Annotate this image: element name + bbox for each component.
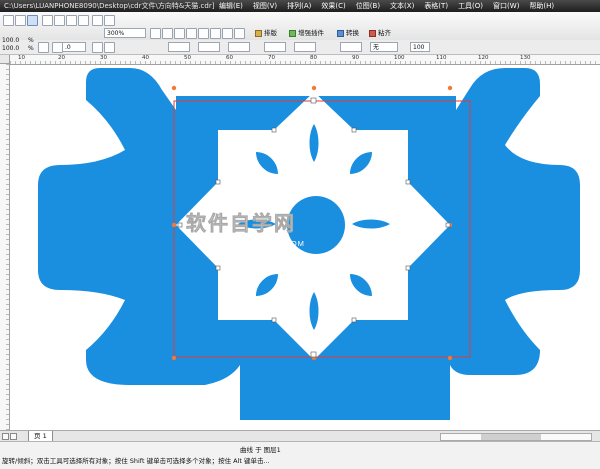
ruler-tick: 110: [436, 55, 447, 61]
window-title-path: C:\Users\LUANPHONE8090\Desktop\cdr文件\方向特…: [4, 2, 215, 10]
menu-table[interactable]: 表格(T): [419, 0, 453, 12]
ruler-tick: 30: [100, 55, 107, 61]
lock-ratio-icon[interactable]: [38, 42, 49, 53]
artwork[interactable]: 软件自学网 WWW.RJZXW.COM: [10, 65, 600, 430]
drawing-canvas[interactable]: 软件自学网 WWW.RJZXW.COM: [10, 65, 600, 430]
ruler-tick: 70: [268, 55, 275, 61]
outline-picker[interactable]: [198, 42, 220, 52]
watermark-title: 软件自学网: [186, 211, 296, 235]
print-icon[interactable]: [42, 15, 53, 26]
redo-icon[interactable]: [104, 15, 115, 26]
menu-arrange[interactable]: 排列(A): [282, 0, 316, 12]
mirror-vertical-icon[interactable]: [104, 42, 115, 53]
zoom-selection-icon[interactable]: [198, 28, 209, 39]
menu-tools[interactable]: 工具(O): [453, 0, 488, 12]
zoom-out-icon[interactable]: [162, 28, 173, 39]
zoom-in-icon[interactable]: [150, 28, 161, 39]
menu-help[interactable]: 帮助(H): [524, 0, 559, 12]
property-bar: 100.0 100.0 % % .0 无 100: [0, 37, 600, 55]
merge-mode-picker[interactable]: [340, 42, 362, 52]
paste-align-button[interactable]: 粘齐: [366, 27, 395, 40]
new-file-icon[interactable]: [3, 15, 14, 26]
ruler-tick: 20: [58, 55, 65, 61]
menu-view[interactable]: 视图(V): [248, 0, 282, 12]
title-bar: C:\Users\LUANPHONE8090\Desktop\cdr文件\方向特…: [0, 0, 600, 12]
paste-icon[interactable]: [78, 15, 89, 26]
status-bar: 曲线 于 图层1 旋转/倾斜；双击工具可选择所有对象；按住 Shift 键单击可…: [0, 441, 600, 469]
copy-icon[interactable]: [66, 15, 77, 26]
scrollbar-thumb[interactable]: [481, 434, 541, 440]
horizontal-ruler[interactable]: 10 20 30 40 50 60 70 80 90 100 110 120 1…: [10, 55, 600, 65]
zoom-height-icon[interactable]: [234, 28, 245, 39]
zoom-fit-icon[interactable]: [174, 28, 185, 39]
enhance-plugin-button[interactable]: 增强插件: [286, 27, 328, 40]
undo-icon[interactable]: [92, 15, 103, 26]
watermark-url: WWW.RJZXW.COM: [224, 239, 305, 248]
ruler-tick: 80: [310, 55, 317, 61]
menu-bitmap[interactable]: 位图(B): [351, 0, 385, 12]
menu-window[interactable]: 窗口(W): [488, 0, 524, 12]
transparency-type-picker[interactable]: [264, 42, 286, 52]
status-object-info: 曲线 于 图层1: [240, 446, 281, 454]
outline-none-select[interactable]: 无: [370, 42, 398, 52]
ruler-tick: 100: [394, 55, 405, 61]
ruler-tick: 60: [226, 55, 233, 61]
ruler-tick: 50: [184, 55, 191, 61]
ruler-tick: 120: [478, 55, 489, 61]
scale-y-unit: %: [28, 45, 34, 52]
page-navigator: 页 1: [0, 430, 600, 442]
menu-bar: 编辑(E) 视图(V) 排列(A) 效果(C) 位图(B) 文本(X) 表格(T…: [214, 0, 559, 12]
menu-text[interactable]: 文本(X): [385, 0, 419, 12]
cut-icon[interactable]: [54, 15, 65, 26]
rotation-angle-field[interactable]: .0: [62, 42, 86, 52]
fill-picker[interactable]: [168, 42, 190, 52]
opacity-field[interactable]: 100: [410, 42, 430, 52]
transparency-mode-picker[interactable]: [294, 42, 316, 52]
open-file-icon[interactable]: [15, 15, 26, 26]
ruler-tick: 40: [142, 55, 149, 61]
pattern-picker[interactable]: [228, 42, 250, 52]
ruler-origin[interactable]: [0, 55, 10, 64]
layout-plugin-button[interactable]: 排版: [252, 27, 281, 40]
save-icon[interactable]: [27, 15, 38, 26]
mirror-horizontal-icon[interactable]: [92, 42, 103, 53]
scale-y-value[interactable]: 100.0: [2, 44, 19, 54]
ruler-tick: 10: [18, 55, 25, 61]
zoom-width-icon[interactable]: [222, 28, 233, 39]
menu-edit[interactable]: 编辑(E): [214, 0, 248, 12]
ruler-tick: 130: [520, 55, 531, 61]
standard-toolbar: 300% 排版 增强插件 转换 粘齐: [0, 12, 600, 41]
status-hint: 旋转/倾斜；双击工具可选择所有对象；按住 Shift 键单击可选择多个对象；按住…: [2, 457, 270, 465]
vertical-ruler[interactable]: [0, 64, 10, 430]
menu-effects[interactable]: 效果(C): [316, 0, 350, 12]
zoom-all-icon[interactable]: [210, 28, 221, 39]
convert-button[interactable]: 转换: [334, 27, 363, 40]
zoom-level-field[interactable]: 300%: [104, 28, 146, 38]
ruler-tick: 90: [352, 55, 359, 61]
horizontal-scrollbar[interactable]: [440, 433, 592, 441]
zoom-page-icon[interactable]: [186, 28, 197, 39]
first-page-icon[interactable]: [2, 433, 9, 440]
prev-page-icon[interactable]: [10, 433, 17, 440]
